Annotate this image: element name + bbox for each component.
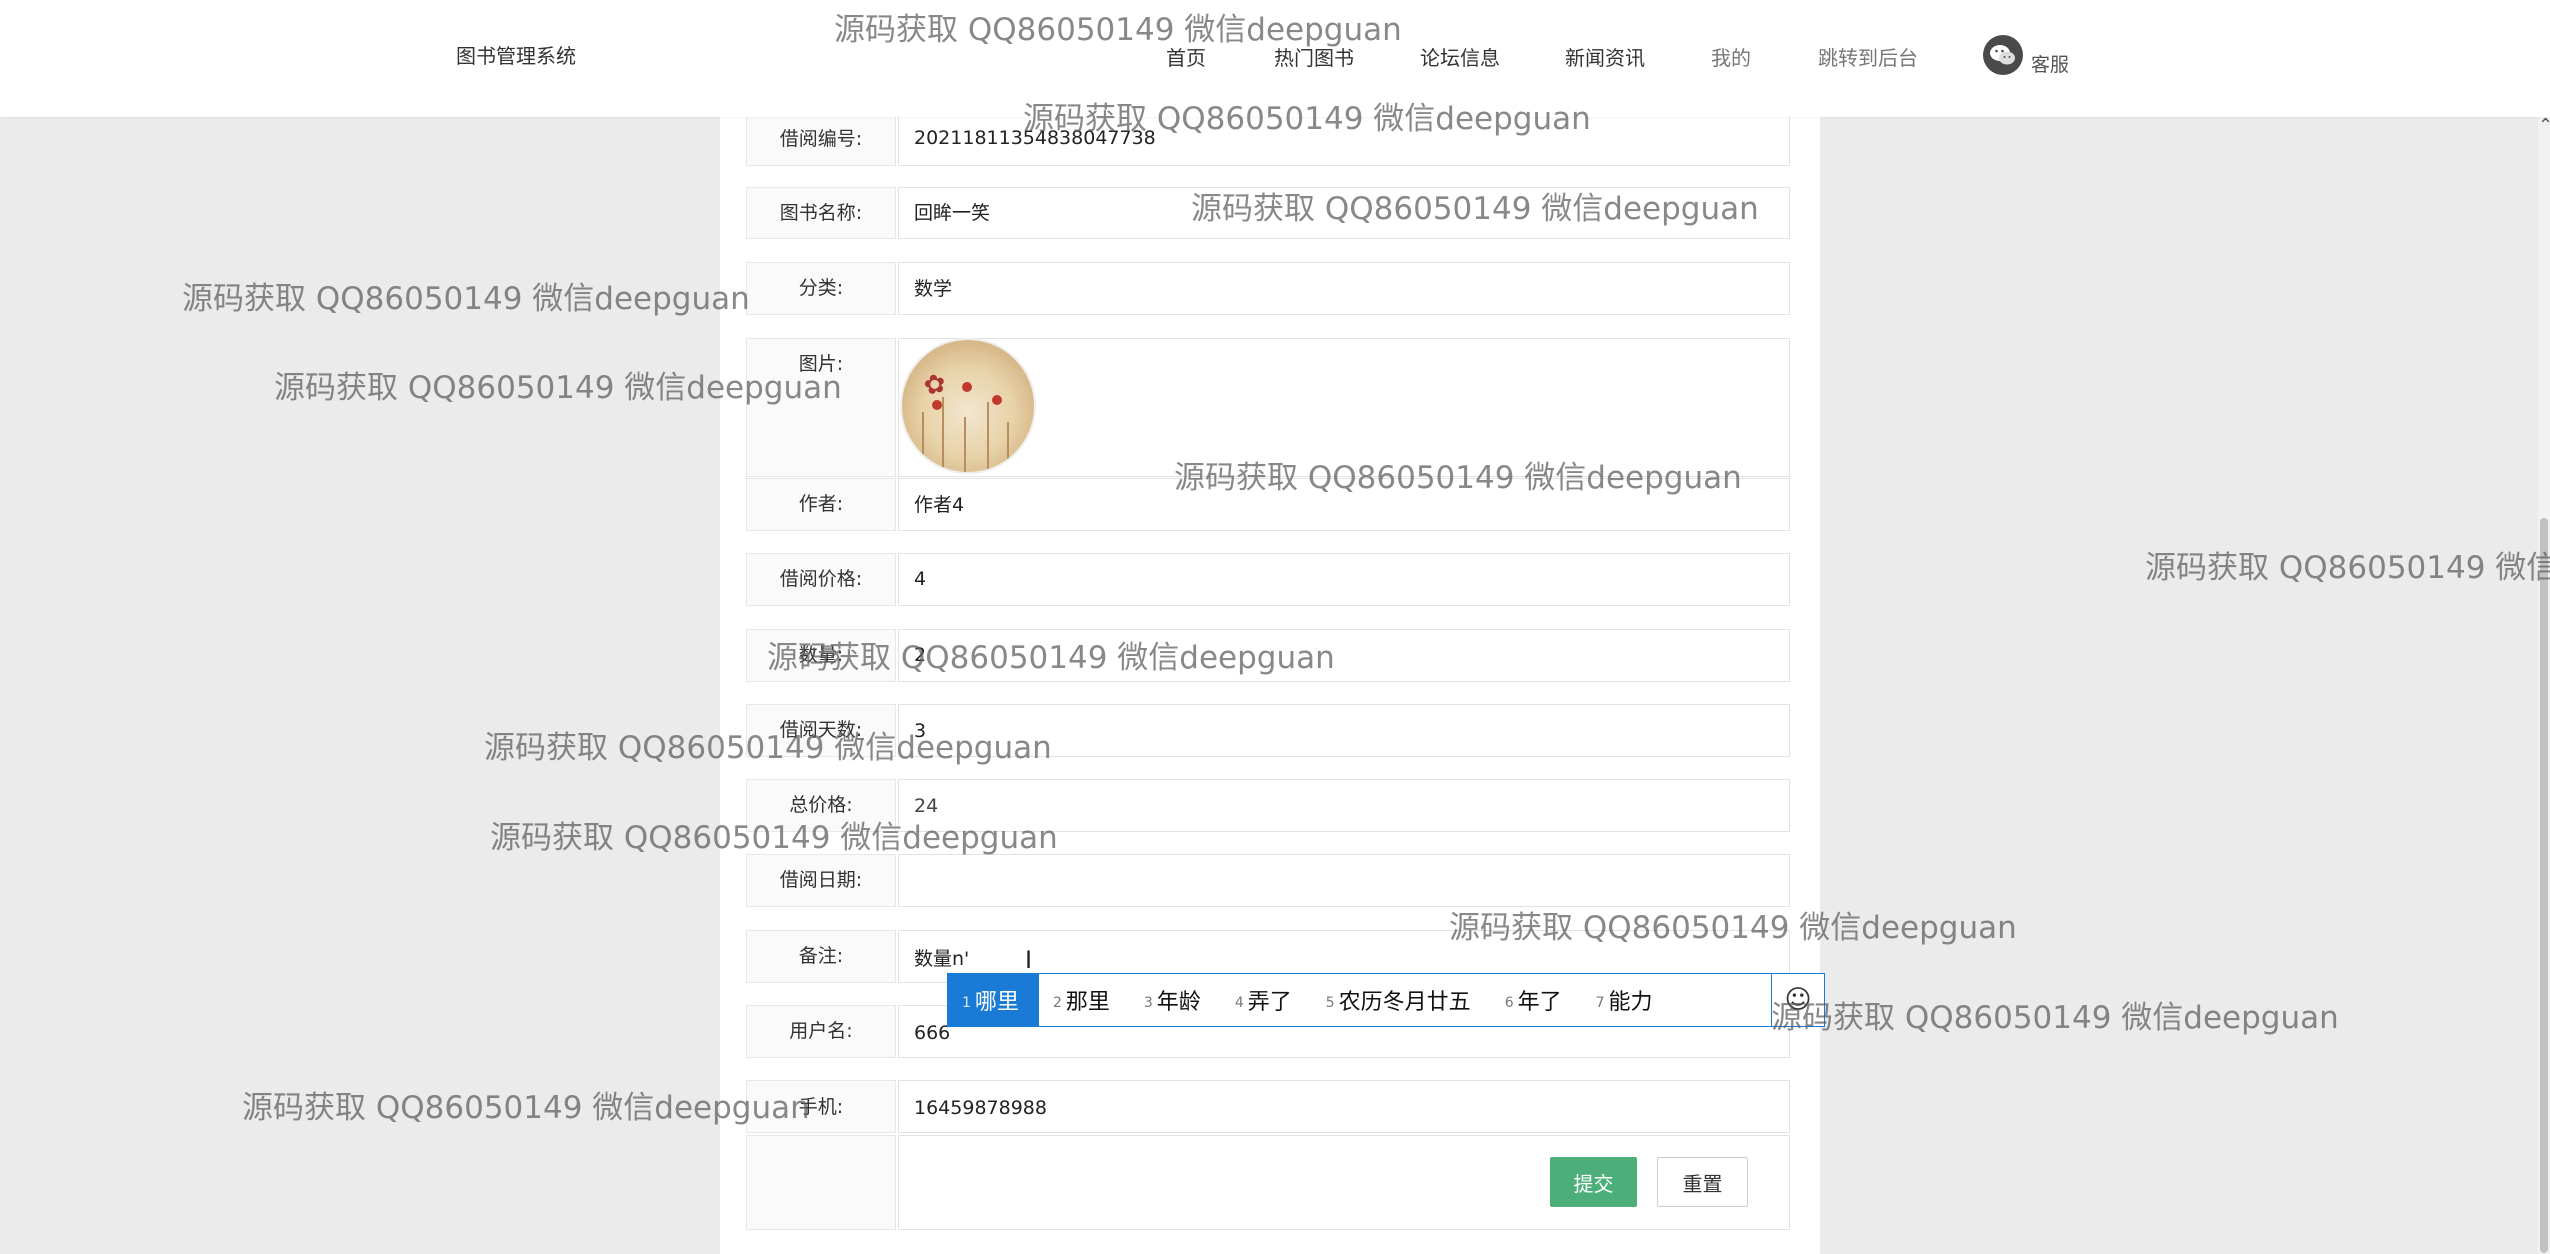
reset-button[interactable]: 重置 xyxy=(1657,1157,1748,1207)
label-days: 借阅天数: xyxy=(746,704,896,757)
text-cursor-icon: I xyxy=(1025,946,1033,974)
phone-input[interactable]: 16459878988 xyxy=(898,1080,1790,1133)
label-author: 作者: xyxy=(746,478,896,531)
site-brand[interactable]: 图书管理系统 xyxy=(456,40,576,69)
wechat-icon[interactable] xyxy=(1983,35,2023,75)
days-input[interactable]: 3 xyxy=(898,704,1790,757)
label-remark: 备注: xyxy=(746,930,896,983)
customer-service-link[interactable]: 客服 xyxy=(2031,50,2069,77)
submit-button[interactable]: 提交 xyxy=(1550,1157,1637,1207)
nav-forum[interactable]: 论坛信息 xyxy=(1420,42,1500,71)
label-phone: 手机: xyxy=(746,1080,896,1133)
watermark: 源码获取 QQ86050149 微信deepguan xyxy=(2145,550,2550,586)
book-name-input[interactable]: 回眸一笑 xyxy=(898,187,1790,239)
label-date: 借阅日期: xyxy=(746,854,896,907)
label-borrow-no: 借阅编号: xyxy=(746,112,896,166)
emoji-icon[interactable]: ☺ xyxy=(1771,974,1824,1026)
price-input[interactable]: 4 xyxy=(898,553,1790,606)
total-input[interactable]: 24 xyxy=(898,779,1790,832)
borrow-no-input[interactable]: 20211811354838047738 xyxy=(898,112,1790,166)
button-row-label xyxy=(746,1135,896,1230)
label-image: 图片: xyxy=(746,338,896,477)
ime-candidate[interactable]: 3 年龄 xyxy=(1130,974,1221,1026)
watermark: 源码获取 QQ86050149 微信deepguan xyxy=(1771,1000,2339,1036)
nav-backend[interactable]: 跳转到后台 xyxy=(1818,42,1918,71)
label-category: 分类: xyxy=(746,262,896,315)
author-input[interactable]: 作者4 xyxy=(898,478,1790,531)
watermark: 源码获取 QQ86050149 微信deepguan xyxy=(182,281,750,317)
date-input[interactable] xyxy=(898,854,1790,907)
label-book-name: 图书名称: xyxy=(746,187,896,239)
book-cover-image: ✿ xyxy=(902,340,1034,472)
nav-home[interactable]: 首页 xyxy=(1166,42,1206,71)
label-quantity: 数量: xyxy=(746,629,896,682)
ime-candidate-bar: 1 哪里 2 那里 3 年龄 4 弄了 5 农历冬月廿五 6 年了 7 能力 ☺ xyxy=(947,973,1825,1027)
nav-news[interactable]: 新闻资讯 xyxy=(1565,42,1645,71)
ime-candidate[interactable]: 5 农历冬月廿五 xyxy=(1312,974,1491,1026)
ime-candidate[interactable]: 2 那里 xyxy=(1039,974,1130,1026)
quantity-input[interactable]: 2 xyxy=(898,629,1790,682)
cover-calligraphy-icon: ✿ xyxy=(921,368,949,402)
top-nav: 图书管理系统 首页 热门图书 论坛信息 新闻资讯 我的 跳转到后台 客服 xyxy=(0,0,2550,117)
nav-mine[interactable]: 我的 xyxy=(1711,42,1751,71)
ime-candidate[interactable]: 4 弄了 xyxy=(1221,974,1312,1026)
ime-candidate[interactable]: 1 哪里 xyxy=(948,974,1039,1026)
scrollbar-thumb[interactable] xyxy=(2540,518,2548,1253)
nav-hot-books[interactable]: 热门图书 xyxy=(1274,42,1354,71)
ime-candidate[interactable]: 6 年了 xyxy=(1491,974,1582,1026)
scroll-up-icon[interactable]: ⌃ xyxy=(2538,115,2550,136)
label-total: 总价格: xyxy=(746,779,896,832)
label-price: 借阅价格: xyxy=(746,553,896,606)
ime-candidate[interactable]: 7 能力 xyxy=(1582,974,1673,1026)
label-username: 用户名: xyxy=(746,1005,896,1058)
category-input[interactable]: 数学 xyxy=(898,262,1790,315)
